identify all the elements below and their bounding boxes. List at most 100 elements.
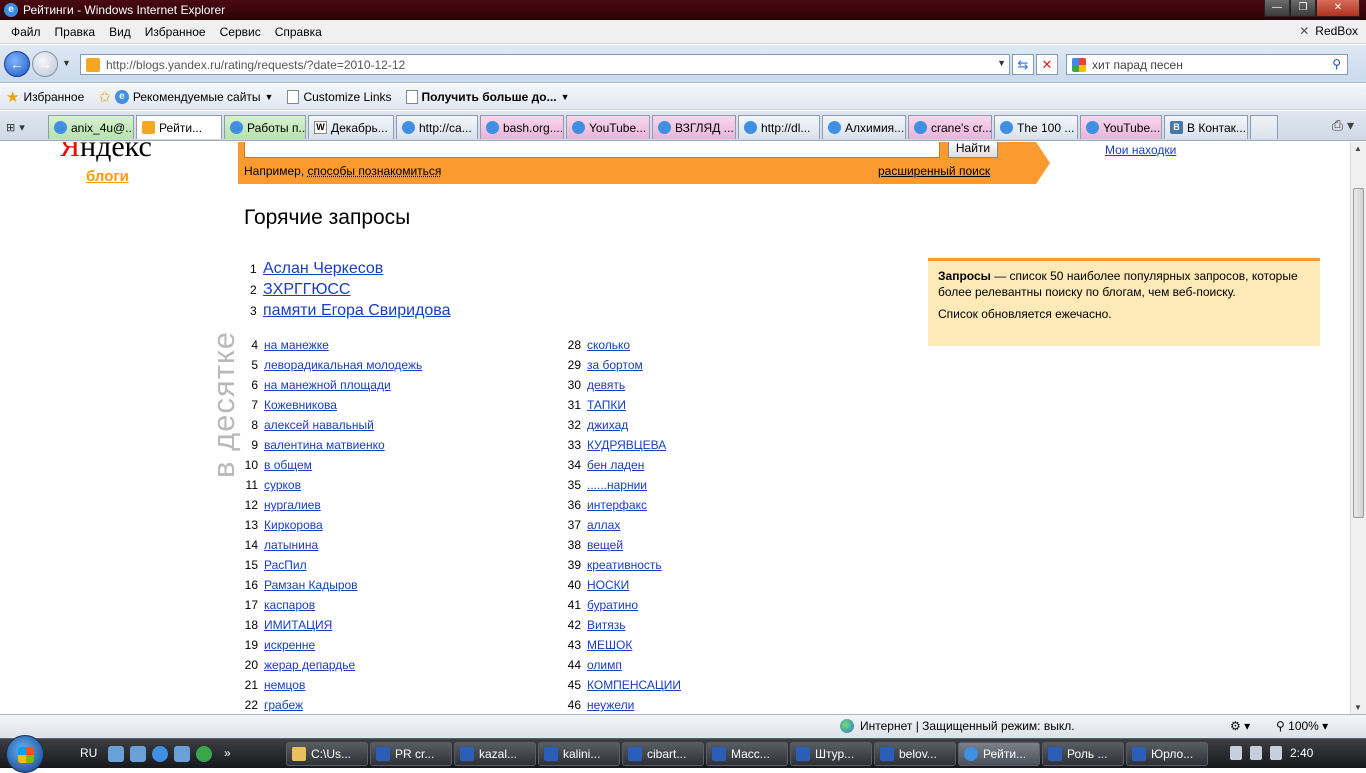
tray-icon[interactable] (1230, 746, 1242, 760)
taskbar-button[interactable]: Юрло... (1126, 742, 1208, 766)
request-link[interactable]: креативность (587, 558, 662, 572)
tab[interactable]: http://dl... (738, 115, 820, 139)
favorites-button[interactable]: ★ Избранное (6, 88, 84, 106)
stop-button[interactable]: ✕ (1036, 54, 1058, 75)
taskbar-button[interactable]: Роль ... (1042, 742, 1124, 766)
tab[interactable]: B В Контак... (1164, 115, 1248, 139)
taskbar-button[interactable]: Штур... (790, 742, 872, 766)
tab[interactable]: ВЗГЛЯД ... (652, 115, 736, 139)
maximize-button[interactable]: ❐ (1290, 0, 1316, 17)
request-link[interactable]: на манежной площади (264, 378, 391, 392)
tab[interactable]: YouTube... (566, 115, 650, 139)
security-zone[interactable]: Интернет | Защищенный режим: выкл. (840, 719, 1075, 733)
request-link[interactable]: памяти Егора Свиридова (263, 302, 451, 320)
request-link[interactable]: ......нарнии (587, 478, 647, 492)
history-dropdown-icon[interactable]: ▼ (62, 58, 71, 68)
blogs-link[interactable]: блоги (86, 168, 129, 185)
address-dropdown-icon[interactable]: ▼ (997, 58, 1006, 68)
language-indicator[interactable]: RU (80, 746, 97, 760)
volume-icon[interactable] (1270, 746, 1282, 760)
tab[interactable]: Рейти... (136, 115, 222, 139)
menu-file[interactable]: Файл (4, 25, 48, 39)
back-button[interactable]: ← (4, 51, 30, 77)
ie-quick-launch-icon[interactable] (152, 746, 168, 762)
menu-view[interactable]: Вид (102, 25, 138, 39)
menu-edit[interactable]: Правка (48, 25, 103, 39)
redbox-toolbar[interactable]: ✕ RedBox (1299, 24, 1358, 38)
request-link[interactable]: в общем (264, 458, 312, 472)
address-url[interactable]: http://blogs.yandex.ru/rating/requests/?… (106, 58, 405, 72)
quick-launch-item-icon[interactable] (174, 746, 190, 762)
close-window-button[interactable]: ✕ (1316, 0, 1360, 17)
taskbar-button[interactable]: PR cr... (370, 742, 452, 766)
request-link[interactable]: на манежке (264, 338, 329, 352)
tab[interactable]: W Декабрь... (308, 115, 394, 139)
request-link[interactable]: неужели (587, 698, 634, 712)
request-link[interactable]: КОМПЕНСАЦИИ (587, 678, 681, 692)
taskbar-button[interactable]: Масс... (706, 742, 788, 766)
request-link[interactable]: ЗХРГГЮСС (263, 281, 350, 299)
quick-launch-item-icon[interactable] (130, 746, 146, 762)
request-link[interactable]: за бортом (587, 358, 643, 372)
request-link[interactable]: каспаров (264, 598, 315, 612)
tab[interactable]: http://ca... (396, 115, 478, 139)
print-icon[interactable]: ⎙ ▾ (1332, 117, 1354, 134)
minimize-button[interactable]: — (1264, 0, 1290, 17)
zoom-control[interactable]: ⚲ 100% ▾ (1276, 719, 1328, 733)
example-link[interactable]: способы познакомиться (308, 164, 442, 178)
request-link[interactable]: буратино (587, 598, 638, 612)
request-link[interactable]: валентина матвиенко (264, 438, 385, 452)
protected-mode-icon[interactable]: ⚙ ▾ (1230, 719, 1250, 733)
customize-links-link[interactable]: Customize Links (287, 89, 392, 104)
scroll-up-icon[interactable]: ▲ (1354, 144, 1362, 153)
menu-favorites[interactable]: Избранное (138, 25, 213, 39)
yandex-logo[interactable]: Яндекс (60, 142, 152, 164)
tab[interactable]: Работы п... (224, 115, 306, 139)
request-link[interactable]: девять (587, 378, 625, 392)
request-link[interactable]: Кожевникова (264, 398, 337, 412)
new-tab-button[interactable] (1250, 115, 1278, 139)
forward-button[interactable]: → (32, 51, 58, 77)
request-link[interactable]: бен ладен (587, 458, 644, 472)
address-bar[interactable]: http://blogs.yandex.ru/rating/requests/?… (80, 54, 1010, 75)
add-favorite-icon[interactable]: ✩ (98, 88, 111, 106)
request-link[interactable]: Аслан Черкесов (263, 260, 383, 278)
request-link[interactable]: Витязь (587, 618, 625, 632)
taskbar-button[interactable]: kalini... (538, 742, 620, 766)
request-link[interactable]: КУДРЯВЦЕВА (587, 438, 666, 452)
tab[interactable]: YouTube... (1080, 115, 1162, 139)
close-icon[interactable]: ✕ (1299, 24, 1309, 38)
my-finds-link[interactable]: Мои находки (1105, 143, 1176, 157)
tab[interactable]: The 100 ... (994, 115, 1078, 139)
request-link[interactable]: ИМИТАЦИЯ (264, 618, 332, 632)
taskbar-button[interactable]: belov... (874, 742, 956, 766)
tab[interactable]: bash.org.... (480, 115, 564, 139)
taskbar-button[interactable]: Рейти... (958, 742, 1040, 766)
taskbar-button[interactable]: C:\Us... (286, 742, 368, 766)
search-icon[interactable]: ⚲ (1332, 57, 1341, 71)
quick-launch-item-icon[interactable] (196, 746, 212, 762)
request-link[interactable]: Рамзан Кадыров (264, 578, 358, 592)
request-link[interactable]: искренне (264, 638, 315, 652)
quick-launch-item-icon[interactable] (108, 746, 124, 762)
chevron-right-icon[interactable]: » (224, 746, 231, 762)
search-button[interactable]: Найти (948, 142, 998, 158)
tab[interactable]: Алхимия... (822, 115, 906, 139)
request-link[interactable]: леворадикальная молодежь (264, 358, 422, 372)
request-link[interactable]: РасПил (264, 558, 307, 572)
request-link[interactable]: джихад (587, 418, 628, 432)
request-link[interactable]: аллах (587, 518, 620, 532)
menu-tools[interactable]: Сервис (213, 25, 268, 39)
vertical-scrollbar[interactable]: ▲ ▼ (1350, 142, 1366, 714)
taskbar-button[interactable]: cibart... (622, 742, 704, 766)
request-link[interactable]: интерфакс (587, 498, 647, 512)
scroll-down-icon[interactable]: ▼ (1354, 703, 1362, 712)
request-link[interactable]: сурков (264, 478, 301, 492)
request-link[interactable]: вещей (587, 538, 623, 552)
request-link[interactable]: латынина (264, 538, 318, 552)
request-link[interactable]: сколько (587, 338, 630, 352)
request-link[interactable]: Киркорова (264, 518, 323, 532)
request-link[interactable]: НОСКИ (587, 578, 629, 592)
blog-search-input[interactable] (244, 142, 940, 158)
request-link[interactable]: жерар депардье (264, 658, 355, 672)
